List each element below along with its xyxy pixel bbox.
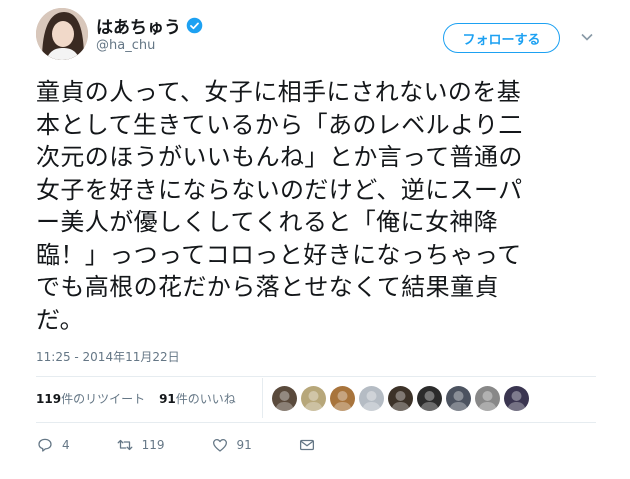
reply-count: 4	[62, 438, 70, 452]
liker-avatar[interactable]	[359, 386, 384, 411]
tweet-actions: 4 119 91	[36, 436, 362, 454]
heart-icon	[212, 438, 227, 452]
verified-badge-icon	[186, 17, 203, 34]
retweets-stat[interactable]: 119件のリツイート	[36, 390, 145, 407]
display-name[interactable]: はあちゅう	[96, 13, 181, 38]
liker-avatar[interactable]	[417, 386, 442, 411]
liker-avatars	[272, 386, 529, 411]
divider	[36, 376, 596, 377]
liker-avatar[interactable]	[301, 386, 326, 411]
user-handle[interactable]: @ha_chu	[96, 38, 155, 53]
tweet-text: 童貞の人って、女子に相手にされないのを基 本として生きているから「あのレベルより…	[36, 78, 523, 334]
retweet-count: 119	[141, 438, 165, 452]
avatar[interactable]	[36, 8, 88, 60]
retweet-icon	[117, 439, 133, 451]
display-name-row[interactable]: はあちゅう	[96, 13, 203, 38]
envelope-icon	[299, 439, 314, 451]
retweet-button[interactable]: 119	[116, 436, 165, 454]
liker-avatar[interactable]	[446, 386, 471, 411]
direct-message-button[interactable]	[298, 436, 316, 454]
retweets-label: 件のリツイート	[61, 392, 146, 406]
tweet-timestamp[interactable]: 11:25 - 2014年11月22日	[36, 348, 180, 365]
engagement-stats: 119件のリツイート 91件のいいね	[36, 390, 236, 407]
liker-avatar[interactable]	[388, 386, 413, 411]
liker-avatar[interactable]	[504, 386, 529, 411]
liker-avatar[interactable]	[272, 386, 297, 411]
likes-stat[interactable]: 91件のいいね	[159, 390, 236, 407]
liker-avatar[interactable]	[330, 386, 355, 411]
retweets-count: 119	[36, 392, 62, 406]
like-button[interactable]: 91	[211, 436, 252, 454]
follow-button[interactable]: フォローする	[443, 23, 560, 53]
reply-icon	[38, 438, 52, 452]
liker-avatar[interactable]	[475, 386, 500, 411]
reply-button[interactable]: 4	[36, 436, 70, 454]
likes-label: 件のいいね	[175, 392, 236, 406]
likes-count: 91	[159, 392, 176, 406]
divider	[36, 422, 596, 423]
like-count: 91	[236, 438, 252, 452]
avatar-image	[36, 8, 88, 60]
chevron-down-icon[interactable]	[580, 30, 594, 44]
stats-separator	[262, 378, 263, 418]
